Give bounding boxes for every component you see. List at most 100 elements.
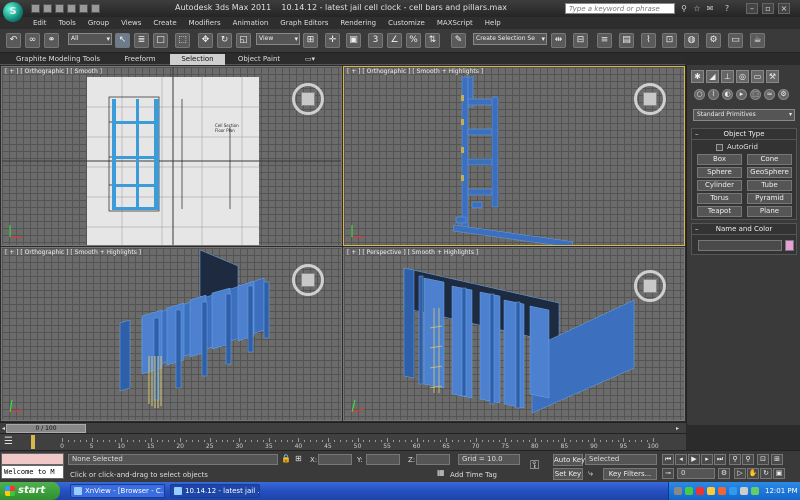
- tray-shield-icon[interactable]: [707, 487, 715, 495]
- select-object-icon[interactable]: ↖: [115, 33, 130, 48]
- auto-key-button[interactable]: Auto Key: [553, 454, 585, 466]
- cylinder-button[interactable]: Cylinder: [697, 180, 742, 191]
- slider-next-arrow-icon[interactable]: ▸: [676, 425, 679, 432]
- render-production-icon[interactable]: ☕: [750, 33, 765, 48]
- rotate-icon[interactable]: ↻: [217, 33, 232, 48]
- edit-named-selection-icon[interactable]: ✎: [451, 33, 466, 48]
- keyboard-shortcut-icon[interactable]: ▣: [346, 33, 361, 48]
- slider-prev-arrow-icon[interactable]: ◂: [2, 425, 5, 432]
- previous-frame-icon[interactable]: ◂: [675, 454, 687, 465]
- tab-graphite-modeling-tools[interactable]: Graphite Modeling Tools: [8, 54, 108, 65]
- current-frame-input[interactable]: 0: [677, 468, 715, 479]
- zoom-extents-all-icon[interactable]: ⊞: [771, 454, 783, 465]
- menu-create[interactable]: Create: [153, 17, 176, 29]
- communication-icon[interactable]: ✉: [705, 4, 715, 14]
- key-filters-button[interactable]: Key Filters...: [603, 468, 657, 480]
- taskbar-item-xnview[interactable]: XnView - [Browser - C...: [70, 484, 165, 498]
- spinner-snap-icon[interactable]: ⇅: [425, 33, 440, 48]
- current-frame-marker[interactable]: [31, 435, 35, 449]
- time-tag-icon[interactable]: ▦: [437, 468, 447, 478]
- mirror-icon[interactable]: ⇹: [551, 33, 566, 48]
- play-icon[interactable]: ▶: [688, 454, 700, 465]
- taskbar-item-3dsmax[interactable]: 10.14.12 - latest jail ...: [170, 484, 260, 498]
- menu-group[interactable]: Group: [88, 17, 109, 29]
- menu-rendering[interactable]: Rendering: [340, 17, 376, 29]
- select-manipulate-icon[interactable]: ✛: [325, 33, 340, 48]
- named-selection-dropdown[interactable]: Create Selection Se: [473, 33, 547, 45]
- menu-animation[interactable]: Animation: [233, 17, 269, 29]
- add-time-tag-button[interactable]: Add Time Tag: [450, 471, 497, 479]
- redo-icon[interactable]: [79, 4, 88, 13]
- tray-volume-icon[interactable]: [740, 487, 748, 495]
- menu-graph-editors[interactable]: Graph Editors: [280, 17, 328, 29]
- mini-curve-editor-icon[interactable]: ☰: [4, 436, 20, 448]
- restore-button[interactable]: ▫: [762, 3, 774, 14]
- help-icon[interactable]: ?: [722, 4, 732, 14]
- tray-monitor-icon[interactable]: [751, 487, 759, 495]
- viewcube[interactable]: [292, 264, 324, 296]
- motion-panel-icon[interactable]: ◎: [736, 70, 749, 83]
- viewport-label[interactable]: [ + ] [ Orthographic ] [ Smooth + Highli…: [347, 68, 483, 75]
- zoom-all-icon[interactable]: ⚲: [742, 454, 754, 465]
- y-coordinate-input[interactable]: [366, 454, 400, 465]
- viewcube[interactable]: [634, 270, 666, 302]
- viewcube-face[interactable]: [643, 279, 657, 293]
- app-logo-button[interactable]: S: [3, 1, 23, 22]
- select-by-name-icon[interactable]: ≣: [134, 33, 149, 48]
- key-icon[interactable]: ⚿: [530, 457, 548, 473]
- systems-icon[interactable]: ⚙: [778, 89, 789, 100]
- binoculars-icon[interactable]: ⚲: [679, 4, 689, 14]
- tab-selection[interactable]: Selection: [170, 54, 225, 65]
- viewcube-face[interactable]: [643, 92, 657, 106]
- go-to-end-icon[interactable]: ⏭: [714, 454, 726, 465]
- geosphere-button[interactable]: GeoSphere: [747, 167, 792, 178]
- pan-view-icon[interactable]: ✋: [747, 468, 759, 479]
- object-name-input[interactable]: [698, 240, 782, 251]
- undo-icon[interactable]: [67, 4, 76, 13]
- save-file-icon[interactable]: [55, 4, 64, 13]
- space-warps-icon[interactable]: ≈: [764, 89, 775, 100]
- open-file-icon[interactable]: [43, 4, 52, 13]
- reference-coordinate-dropdown[interactable]: View: [256, 33, 300, 45]
- field-of-view-icon[interactable]: ▷: [734, 468, 746, 479]
- object-type-title[interactable]: Object Type: [692, 129, 796, 140]
- tab-freeform[interactable]: Freeform: [115, 54, 165, 65]
- create-panel-icon[interactable]: ✱: [691, 70, 704, 83]
- key-tangent-icon[interactable]: ⤷: [588, 468, 600, 480]
- curve-editor-icon[interactable]: ⌇: [641, 33, 656, 48]
- go-to-start-icon[interactable]: ⏮: [662, 454, 674, 465]
- selection-filter-dropdown[interactable]: All: [68, 33, 112, 45]
- render-setup-icon[interactable]: ⚙: [706, 33, 721, 48]
- z-coordinate-input[interactable]: [416, 454, 450, 465]
- viewport-bottom-right[interactable]: [ + ] [ Perspective ] [ Smooth + Highlig…: [343, 247, 685, 421]
- viewport-label[interactable]: [ + ] [ Orthographic ] [ Smooth ]: [5, 68, 102, 75]
- shapes-icon[interactable]: ⌇: [708, 89, 719, 100]
- minimize-button[interactable]: –: [746, 3, 758, 14]
- zoom-icon[interactable]: ⚲: [729, 454, 741, 465]
- sphere-button[interactable]: Sphere: [697, 167, 742, 178]
- graphite-toggle-icon[interactable]: ▤: [619, 33, 634, 48]
- layer-manager-icon[interactable]: ≡: [597, 33, 612, 48]
- tab-object-paint[interactable]: Object Paint: [230, 54, 288, 65]
- ribbon-options-icon[interactable]: ▭▾: [300, 54, 320, 65]
- menu-tools[interactable]: Tools: [59, 17, 76, 29]
- utilities-panel-icon[interactable]: ⚒: [766, 70, 779, 83]
- taskbar-clock[interactable]: 12:01 PM: [765, 482, 798, 500]
- name-and-color-title[interactable]: Name and Color: [692, 224, 796, 235]
- pyramid-button[interactable]: Pyramid: [747, 193, 792, 204]
- cameras-icon[interactable]: ▸: [736, 89, 747, 100]
- autogrid-checkbox[interactable]: AutoGrid: [716, 143, 758, 151]
- lock-selection-icon[interactable]: 🔒: [281, 454, 291, 464]
- viewport-label[interactable]: [ + ] [ Orthographic ] [ Smooth + Highli…: [5, 249, 141, 256]
- modify-panel-icon[interactable]: ◢: [706, 70, 719, 83]
- zoom-extents-icon[interactable]: ⊡: [757, 454, 769, 465]
- viewcube[interactable]: [634, 83, 666, 115]
- pivot-center-icon[interactable]: ⊞: [303, 33, 318, 48]
- time-slider[interactable]: 0 / 100: [6, 424, 86, 433]
- key-mode-dropdown[interactable]: Selected: [585, 454, 657, 465]
- percent-snap-icon[interactable]: %: [406, 33, 421, 48]
- align-icon[interactable]: ⊟: [573, 33, 588, 48]
- menu-help[interactable]: Help: [485, 17, 501, 29]
- cone-button[interactable]: Cone: [747, 154, 792, 165]
- unlink-icon[interactable]: ⚭: [44, 33, 59, 48]
